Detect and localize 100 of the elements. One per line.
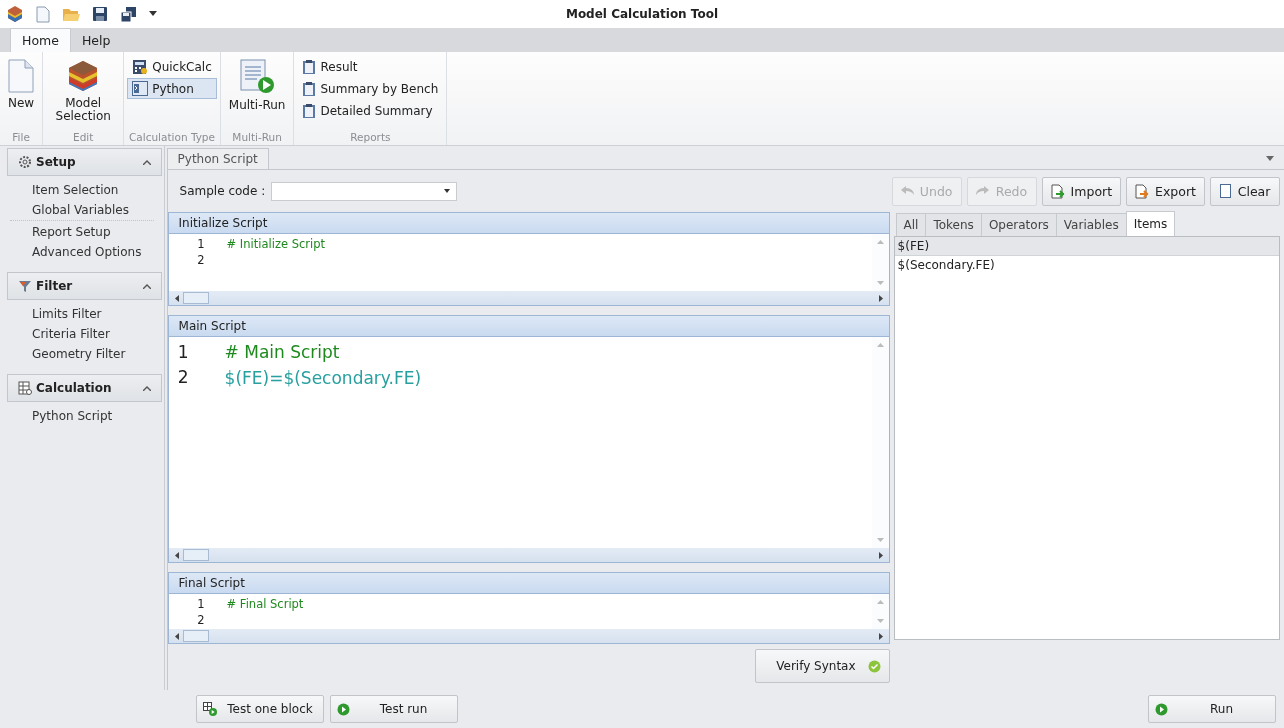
clipboard-icon <box>302 58 317 75</box>
toolbar-button[interactable]: Import <box>1041 176 1122 206</box>
ribbon-button[interactable]: Model Selection <box>46 56 121 129</box>
scroll-right-arrow-icon[interactable] <box>878 551 883 559</box>
ribbon-button[interactable]: Summary by Bench <box>297 78 444 99</box>
funnel-icon <box>18 279 32 293</box>
line-number: 1 <box>196 237 205 251</box>
scroll-left-arrow-icon[interactable] <box>174 551 179 559</box>
ribbon-button[interactable]: New <box>3 56 40 129</box>
document-tab[interactable]: Python Script <box>166 148 269 169</box>
toolbar-button[interactable]: Export <box>1126 176 1205 206</box>
scroll-down-arrow-icon[interactable] <box>876 619 884 623</box>
palette-tab[interactable]: Tokens <box>925 213 982 236</box>
code-area[interactable]: 1 # Final Script 2 <box>168 594 872 629</box>
action-button[interactable]: Test run <box>330 695 458 723</box>
list-item[interactable]: $(FE) <box>894 237 1279 256</box>
run-button[interactable]: Run <box>1148 695 1276 723</box>
section-title: Setup <box>36 155 77 169</box>
ribbon-group-label: Multi-Run <box>231 130 283 145</box>
chevron-icon[interactable] <box>142 283 151 289</box>
play-icon <box>337 702 350 716</box>
navigation-link[interactable]: Global Variables <box>0 200 164 220</box>
navigation-link[interactable]: Python Script <box>0 406 164 426</box>
section-title: Filter <box>36 279 74 293</box>
scroll-left-arrow-icon[interactable] <box>174 294 179 302</box>
ribbon-button[interactable]: Result <box>297 56 444 77</box>
section-title: Calculation <box>36 381 113 395</box>
code-area[interactable]: 1 # Initialize Script 2 <box>168 234 872 291</box>
folder-icon[interactable] <box>62 6 80 22</box>
navigation-link[interactable]: Criteria Filter <box>0 324 164 344</box>
section-header[interactable]: Filter <box>7 272 162 300</box>
ribbon-button[interactable]: QuickCalc <box>127 56 217 77</box>
layered-cube-icon <box>67 59 100 93</box>
ribbon-group-label: Calculation Type <box>127 130 216 145</box>
palette-tab[interactable]: All <box>895 213 927 236</box>
section-header[interactable]: Calculation <box>7 374 162 402</box>
gear-icon <box>18 155 32 169</box>
window-title: Model Calculation Tool <box>565 7 719 21</box>
list-item[interactable]: $(Secondary.FE) <box>894 256 1279 274</box>
sample-code-label: Sample code : <box>179 184 266 198</box>
navigation-link[interactable]: Geometry Filter <box>0 344 164 364</box>
vertical-scrollbar[interactable] <box>871 594 889 629</box>
scroll-up-arrow-icon[interactable] <box>876 600 884 604</box>
code-text: $(FE)=$(Secondary.FE) <box>223 366 423 388</box>
vertical-scrollbar[interactable] <box>871 337 889 548</box>
vertical-scrollbar[interactable] <box>871 234 889 291</box>
horizontal-scrollbar[interactable] <box>168 629 889 643</box>
sample-code-dropdown[interactable] <box>271 181 458 201</box>
editor-title: Initialize Script <box>168 213 889 234</box>
code-area[interactable]: 1 # Main Script 2 $(FE)=$(Secondary.FE) <box>168 337 872 548</box>
ribbon-tab[interactable]: Help <box>70 28 122 52</box>
scrollbar-thumb[interactable] <box>182 549 209 561</box>
palette-tab[interactable]: Operators <box>980 213 1057 236</box>
chevron-icon[interactable] <box>142 385 151 391</box>
palette-tab[interactable]: Variables <box>1055 213 1127 236</box>
editor-title: Main Script <box>168 316 889 337</box>
scrollbar-thumb[interactable] <box>182 292 209 304</box>
scroll-up-arrow-icon[interactable] <box>876 343 884 347</box>
new-file-icon[interactable] <box>36 5 50 23</box>
code-text: # Final Script <box>225 597 304 611</box>
horizontal-scrollbar[interactable] <box>168 548 889 562</box>
line-number: 2 <box>196 253 205 267</box>
section-header[interactable]: Setup <box>7 148 162 176</box>
undo-arrow-icon <box>900 186 914 196</box>
check-circle-icon <box>867 659 881 673</box>
calculator-icon <box>132 58 149 75</box>
block-play-icon <box>203 702 217 716</box>
verify-syntax-button[interactable]: Verify Syntax <box>755 649 890 683</box>
navigation-link[interactable]: Limits Filter <box>0 304 164 324</box>
ribbon-button[interactable]: Multi-Run <box>223 56 291 129</box>
navigation-link[interactable]: Report Setup <box>10 222 154 242</box>
ribbon-tab[interactable]: Home <box>10 28 71 52</box>
horizontal-scrollbar[interactable] <box>168 291 889 305</box>
code-text: # Main Script <box>223 341 340 362</box>
palette-tab[interactable]: Items <box>1125 211 1176 236</box>
dropdown-caret-icon[interactable] <box>149 11 157 17</box>
editor-title: Final Script <box>168 573 889 594</box>
scroll-right-arrow-icon[interactable] <box>878 632 883 640</box>
blank-page-icon <box>1219 184 1231 198</box>
scroll-down-arrow-icon[interactable] <box>876 281 884 285</box>
page-arrow-icon <box>1135 183 1150 199</box>
ribbon-button[interactable]: Python <box>127 78 217 99</box>
navigation-link[interactable]: Advanced Options <box>10 242 154 262</box>
ribbon-group-label: Reports <box>349 130 392 145</box>
app-cube-icon[interactable] <box>6 5 24 23</box>
scroll-down-arrow-icon[interactable] <box>876 538 884 542</box>
dropdown-caret-icon <box>444 189 451 193</box>
navigation-link[interactable]: Item Selection <box>0 180 164 200</box>
chevron-icon[interactable] <box>142 159 151 165</box>
play-icon <box>1155 702 1168 716</box>
toolbar-button[interactable]: Clear <box>1210 176 1280 206</box>
ribbon-button[interactable]: Detailed Summary <box>297 100 444 121</box>
scroll-right-arrow-icon[interactable] <box>878 294 883 302</box>
action-button[interactable]: Test one block <box>196 695 324 723</box>
save-all-icon[interactable] <box>120 5 137 23</box>
scroll-up-arrow-icon[interactable] <box>876 240 884 244</box>
blank-page-icon <box>8 59 35 93</box>
console-window-icon <box>132 81 149 96</box>
scroll-left-arrow-icon[interactable] <box>174 632 179 640</box>
scrollbar-thumb[interactable] <box>182 630 209 642</box>
